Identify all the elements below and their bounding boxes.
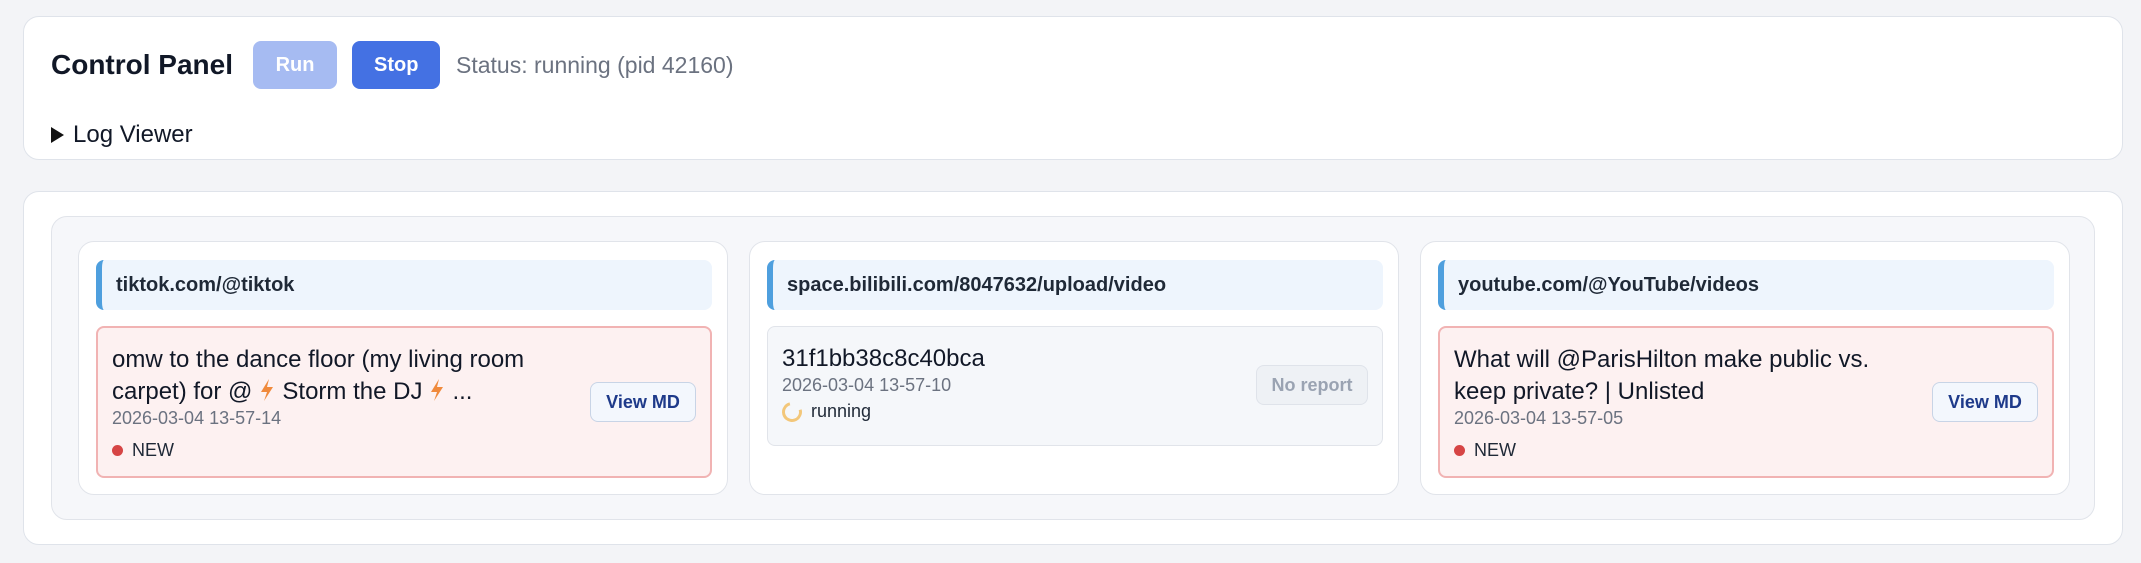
list-item: 31f1bb38c8c40bca 2026-03-04 13-57-10 run…: [767, 326, 1383, 446]
item-title: omw to the dance floor (my living room c…: [112, 344, 562, 408]
view-md-button[interactable]: View MD: [1932, 382, 2038, 422]
log-viewer-toggle[interactable]: Log Viewer: [51, 121, 193, 149]
item-title-line2-mid: Storm the DJ: [282, 378, 423, 405]
lightning-icon: [261, 379, 274, 401]
run-button[interactable]: Run: [253, 41, 338, 89]
new-dot-icon: [1454, 445, 1465, 456]
list-item: omw to the dance floor (my living room c…: [96, 326, 712, 478]
column-header: tiktok.com/@tiktok: [96, 260, 712, 310]
list-item: What will @ParisHilton make public vs. k…: [1438, 326, 2054, 478]
item-title: What will @ParisHilton make public vs. k…: [1454, 344, 1904, 408]
item-title-line1: What will @ParisHilton make public vs.: [1454, 346, 1870, 373]
control-panel-title: Control Panel: [51, 49, 234, 80]
item-title-line2-start: carpet) for @: [112, 378, 253, 405]
item-title-line2: keep private? | Unlisted: [1454, 378, 1705, 405]
status-label: NEW: [1474, 440, 1516, 460]
job-column-tiktok: tiktok.com/@tiktok omw to the dance floo…: [78, 241, 728, 495]
column-header: space.bilibili.com/8047632/upload/video: [767, 260, 1383, 310]
view-md-button[interactable]: View MD: [590, 382, 696, 422]
item-title: 31f1bb38c8c40bca: [782, 345, 985, 372]
status-badge: NEW: [1454, 440, 1516, 461]
disclosure-triangle-icon: [51, 127, 64, 143]
item-date: 2026-03-04 13-57-14: [112, 408, 282, 428]
status-label: NEW: [132, 440, 174, 460]
jobs-board: tiktok.com/@tiktok omw to the dance floo…: [51, 216, 2095, 520]
status-badge: NEW: [112, 440, 174, 461]
control-panel-card: Control Panel Run Stop Status: running (…: [23, 16, 2123, 160]
job-column-youtube: youtube.com/@YouTube/videos What will @P…: [1420, 241, 2070, 495]
status-badge: running: [778, 397, 872, 426]
status-text: Status: running (pid 42160): [456, 51, 734, 78]
spinner-icon: [778, 397, 806, 426]
item-title-line1: omw to the dance floor (my living room: [112, 346, 525, 373]
no-report-button: No report: [1256, 365, 1368, 405]
stop-button[interactable]: Stop: [352, 41, 441, 89]
item-title-line2-end: ...: [452, 378, 473, 405]
lightning-icon: [431, 379, 444, 401]
status-label: running: [811, 401, 872, 421]
job-column-bilibili: space.bilibili.com/8047632/upload/video …: [749, 241, 1399, 495]
column-header: youtube.com/@YouTube/videos: [1438, 260, 2054, 310]
item-date: 2026-03-04 13-57-10: [782, 375, 952, 395]
log-viewer-label: Log Viewer: [73, 121, 193, 148]
jobs-panel: tiktok.com/@tiktok omw to the dance floo…: [23, 191, 2123, 545]
control-panel-toolbar: Control Panel Run Stop Status: running (…: [51, 41, 733, 89]
item-date: 2026-03-04 13-57-05: [1454, 408, 1624, 428]
new-dot-icon: [112, 445, 123, 456]
